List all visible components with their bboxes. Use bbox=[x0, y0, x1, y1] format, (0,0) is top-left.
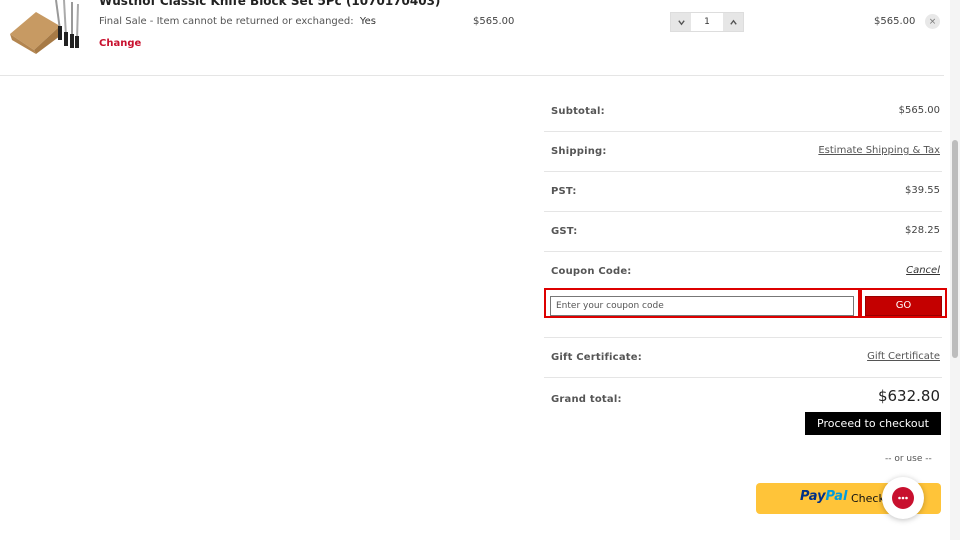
subtotal-value: $565.00 bbox=[898, 105, 940, 116]
coupon-row: Coupon Code: Cancel GO bbox=[544, 252, 947, 338]
coupon-code-input[interactable] bbox=[550, 296, 854, 316]
change-link[interactable]: Change bbox=[99, 38, 141, 49]
coupon-input-highlight bbox=[544, 288, 860, 318]
order-totals: Subtotal: $565.00 Shipping: Estimate Shi… bbox=[544, 92, 947, 420]
coupon-cancel-link[interactable]: Cancel bbox=[906, 265, 940, 276]
pst-value: $39.55 bbox=[905, 185, 940, 196]
scrollbar-thumb[interactable] bbox=[952, 140, 958, 358]
product-name[interactable]: Wusthof Classic Knife Block Set 5Pc (107… bbox=[99, 0, 440, 8]
quantity-increase-button[interactable] bbox=[723, 13, 743, 31]
estimate-shipping-link[interactable]: Estimate Shipping & Tax bbox=[818, 145, 940, 156]
coupon-go-button[interactable]: GO bbox=[865, 295, 942, 316]
subtotal-row: Subtotal: $565.00 bbox=[544, 92, 942, 132]
gift-certificate-label: Gift Certificate: bbox=[551, 352, 642, 363]
gst-row: GST: $28.25 bbox=[544, 212, 942, 252]
chevron-down-icon bbox=[677, 19, 685, 25]
final-sale-value: Yes bbox=[359, 16, 376, 27]
pst-row: PST: $39.55 bbox=[544, 172, 942, 212]
or-use-divider: -- or use -- bbox=[885, 454, 932, 464]
coupon-label: Coupon Code: bbox=[551, 266, 632, 277]
page-scrollbar[interactable] bbox=[950, 0, 960, 540]
grand-total-label: Grand total: bbox=[551, 394, 622, 405]
pst-label: PST: bbox=[551, 186, 577, 197]
proceed-to-checkout-button[interactable]: Proceed to checkout bbox=[805, 412, 941, 435]
line-total: $565.00 bbox=[874, 16, 916, 27]
unit-price: $565.00 bbox=[473, 16, 515, 27]
remove-item-button[interactable]: × bbox=[925, 14, 940, 29]
final-sale-note: Final Sale - Item cannot be returned or … bbox=[99, 16, 376, 27]
paypal-logo: PayPal bbox=[800, 489, 847, 504]
gst-label: GST: bbox=[551, 226, 578, 237]
product-thumbnail[interactable] bbox=[6, 0, 82, 54]
quantity-input[interactable] bbox=[691, 13, 723, 31]
close-icon: × bbox=[928, 16, 937, 27]
chat-widget-button[interactable] bbox=[882, 477, 924, 519]
paypal-button-text: Check bbox=[851, 492, 885, 505]
coupon-go-highlight: GO bbox=[860, 288, 947, 318]
shipping-label: Shipping: bbox=[551, 146, 607, 157]
quantity-decrease-button[interactable] bbox=[671, 13, 691, 31]
chevron-up-icon bbox=[729, 19, 737, 25]
gift-certificate-row: Gift Certificate: Gift Certificate bbox=[544, 338, 942, 378]
cart-item-row: Wusthof Classic Knife Block Set 5Pc (107… bbox=[0, 0, 944, 76]
paypal-logo-pal: Pal bbox=[825, 489, 848, 504]
final-sale-label: Final Sale - Item cannot be returned or … bbox=[99, 16, 354, 27]
chat-icon bbox=[892, 487, 914, 509]
quantity-stepper bbox=[670, 12, 744, 32]
gift-certificate-link[interactable]: Gift Certificate bbox=[867, 351, 940, 362]
shipping-row: Shipping: Estimate Shipping & Tax bbox=[544, 132, 942, 172]
paypal-logo-pay: Pay bbox=[800, 489, 826, 504]
grand-total-value: $632.80 bbox=[877, 387, 940, 405]
gst-value: $28.25 bbox=[905, 225, 940, 236]
subtotal-label: Subtotal: bbox=[551, 106, 605, 117]
